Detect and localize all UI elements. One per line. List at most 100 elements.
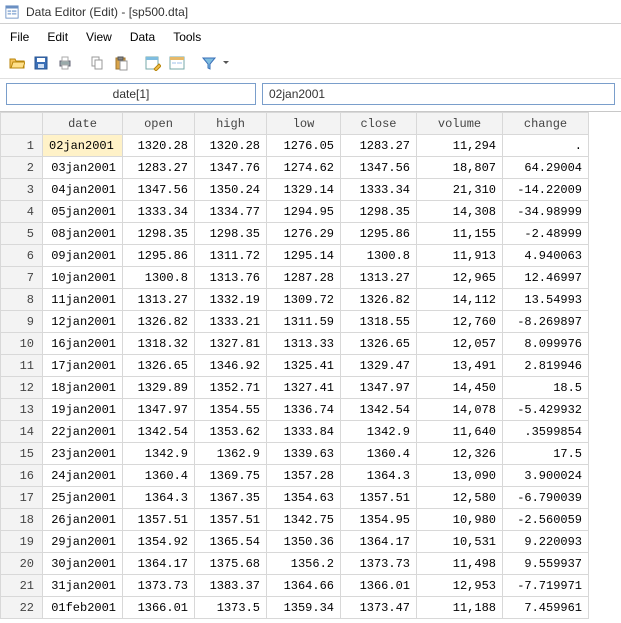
cell-close[interactable]: 1313.27 [341,267,417,289]
cell-high[interactable]: 1365.54 [195,531,267,553]
col-header-high[interactable]: high [195,113,267,135]
cell-change[interactable]: 64.29004 [503,157,589,179]
row-header[interactable]: 20 [1,553,43,575]
cell-close[interactable]: 1354.95 [341,509,417,531]
cell-date[interactable]: 09jan2001 [43,245,123,267]
row-header[interactable]: 2 [1,157,43,179]
cell-low[interactable]: 1327.41 [267,377,341,399]
cell-change[interactable]: 18.5 [503,377,589,399]
row-header[interactable]: 15 [1,443,43,465]
row-header[interactable]: 8 [1,289,43,311]
cell-low[interactable]: 1350.36 [267,531,341,553]
cell-volume[interactable]: 14,078 [417,399,503,421]
cell-low[interactable]: 1359.34 [267,597,341,619]
cell-low[interactable]: 1325.41 [267,355,341,377]
data-grid[interactable]: date open high low close volume change 1… [0,111,621,619]
cell-date[interactable]: 30jan2001 [43,553,123,575]
row-header[interactable]: 14 [1,421,43,443]
col-header-close[interactable]: close [341,113,417,135]
cell-date[interactable]: 12jan2001 [43,311,123,333]
cell-close[interactable]: 1373.47 [341,597,417,619]
cell-open[interactable]: 1347.97 [123,399,195,421]
col-header-low[interactable]: low [267,113,341,135]
cell-open[interactable]: 1313.27 [123,289,195,311]
cell-change[interactable]: -7.719971 [503,575,589,597]
cell-high[interactable]: 1367.35 [195,487,267,509]
row-header[interactable]: 13 [1,399,43,421]
menu-data[interactable]: Data [130,30,155,44]
row-header[interactable]: 1 [1,135,43,157]
cell-high[interactable]: 1373.5 [195,597,267,619]
cell-volume[interactable]: 12,953 [417,575,503,597]
cell-open[interactable]: 1326.65 [123,355,195,377]
row-header[interactable]: 4 [1,201,43,223]
cell-volume[interactable]: 13,090 [417,465,503,487]
cell-close[interactable]: 1366.01 [341,575,417,597]
cell-open[interactable]: 1366.01 [123,597,195,619]
cell-low[interactable]: 1333.84 [267,421,341,443]
cell-change[interactable]: -8.269897 [503,311,589,333]
cell-date[interactable]: 11jan2001 [43,289,123,311]
cell-high[interactable]: 1383.37 [195,575,267,597]
cell-low[interactable]: 1329.14 [267,179,341,201]
cell-high[interactable]: 1311.72 [195,245,267,267]
cell-change[interactable]: 7.459961 [503,597,589,619]
filter-dropdown-icon[interactable] [222,59,230,67]
edit-mode-icon[interactable] [142,52,164,74]
cell-date[interactable]: 08jan2001 [43,223,123,245]
row-header[interactable]: 10 [1,333,43,355]
cell-high[interactable]: 1357.51 [195,509,267,531]
copy-icon[interactable] [86,52,108,74]
cell-volume[interactable]: 11,294 [417,135,503,157]
cell-open[interactable]: 1329.89 [123,377,195,399]
cell-date[interactable]: 02jan2001 [43,135,123,157]
cell-open[interactable]: 1342.54 [123,421,195,443]
cell-open[interactable]: 1298.35 [123,223,195,245]
cell-close[interactable]: 1298.35 [341,201,417,223]
cell-date[interactable]: 04jan2001 [43,179,123,201]
cell-change[interactable]: -34.98999 [503,201,589,223]
cell-date[interactable]: 29jan2001 [43,531,123,553]
cell-volume[interactable]: 13,491 [417,355,503,377]
cell-open[interactable]: 1357.51 [123,509,195,531]
cell-open[interactable]: 1364.17 [123,553,195,575]
col-header-volume[interactable]: volume [417,113,503,135]
cell-open[interactable]: 1318.32 [123,333,195,355]
cell-low[interactable]: 1342.75 [267,509,341,531]
cell-volume[interactable]: 14,112 [417,289,503,311]
cell-close[interactable]: 1295.86 [341,223,417,245]
cell-low[interactable]: 1276.29 [267,223,341,245]
cell-open[interactable]: 1342.9 [123,443,195,465]
cell-date[interactable]: 25jan2001 [43,487,123,509]
cell-volume[interactable]: 11,913 [417,245,503,267]
cell-date[interactable]: 01feb2001 [43,597,123,619]
cell-date[interactable]: 10jan2001 [43,267,123,289]
cell-high[interactable]: 1346.92 [195,355,267,377]
cell-change[interactable]: . [503,135,589,157]
cell-high[interactable]: 1350.24 [195,179,267,201]
cell-close[interactable]: 1300.8 [341,245,417,267]
menu-tools[interactable]: Tools [173,30,201,44]
filter-icon[interactable] [198,52,220,74]
cell-open[interactable]: 1364.3 [123,487,195,509]
cell-open[interactable]: 1283.27 [123,157,195,179]
cell-change[interactable]: -2.560059 [503,509,589,531]
row-header[interactable]: 16 [1,465,43,487]
cell-change[interactable]: 17.5 [503,443,589,465]
cell-high[interactable]: 1313.76 [195,267,267,289]
menu-edit[interactable]: Edit [47,30,68,44]
cell-low[interactable]: 1339.63 [267,443,341,465]
cell-close[interactable]: 1364.17 [341,531,417,553]
cell-volume[interactable]: 10,531 [417,531,503,553]
row-header[interactable]: 22 [1,597,43,619]
row-header[interactable]: 19 [1,531,43,553]
cell-volume[interactable]: 12,580 [417,487,503,509]
cell-close[interactable]: 1347.97 [341,377,417,399]
cell-low[interactable]: 1357.28 [267,465,341,487]
cell-reference-input[interactable]: date[1] [6,83,256,105]
print-icon[interactable] [54,52,76,74]
cell-value-input[interactable]: 02jan2001 [262,83,615,105]
cell-low[interactable]: 1274.62 [267,157,341,179]
cell-high[interactable]: 1327.81 [195,333,267,355]
cell-close[interactable]: 1326.82 [341,289,417,311]
